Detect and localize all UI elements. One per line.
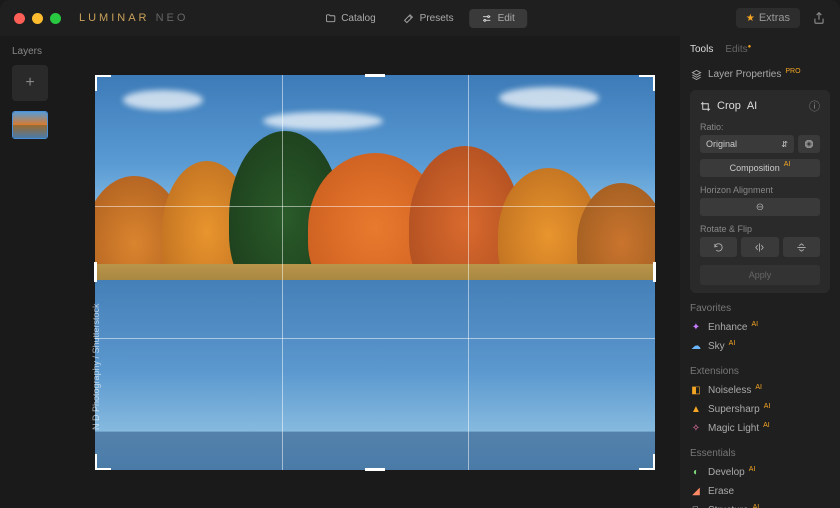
canvas-area: N D Photography / Shutterstock [70,36,680,508]
minimize-window[interactable] [32,13,43,24]
ai-badge: AI [753,504,760,508]
crop-frame[interactable]: N D Photography / Shutterstock [95,75,655,470]
erase-icon: ◢ [690,486,702,497]
noiseless-icon: ◧ [690,385,702,396]
develop-icon: ◐ [690,467,702,478]
nav-catalog-label: Catalog [341,13,375,24]
right-panel: Tools Edits● Layer Properties PRO Crop A… [680,36,840,508]
nav-presets-label: Presets [420,13,454,24]
flip-horizontal-button[interactable] [741,237,778,257]
layer-thumbnail[interactable] [12,111,48,139]
horizon-icon: ⊖ [756,202,764,213]
flip-vertical-button[interactable] [783,237,820,257]
tool-sky[interactable]: ☁ Sky AI [690,337,830,356]
tool-noiseless[interactable]: ◧ Noiseless AI [690,381,830,400]
section-favorites: Favorites [690,303,830,314]
rotate-button[interactable] [700,237,737,257]
nav-edit-label: Edit [498,13,515,24]
wand-icon [404,13,415,24]
horizon-slider[interactable]: ⊖ [700,198,820,216]
ai-badge: AI [751,321,758,328]
ai-badge: AI [764,403,771,410]
ratio-select[interactable]: Original ⇵ [700,135,794,153]
ai-badge: AI [749,466,756,473]
tab-tools[interactable]: Tools [690,44,713,55]
cloud-icon: ☁ [690,341,702,352]
magic-light-icon: ✧ [690,423,702,434]
share-icon[interactable] [812,11,826,25]
nav-edit[interactable]: Edit [470,9,527,28]
layer-properties-label: Layer Properties [708,69,781,80]
develop-label: Develop [708,467,745,478]
star-icon: ★ [746,13,755,24]
titlebar: LUMINAR NEO Catalog Presets Edit ★ Extra… [0,0,840,36]
enhance-icon: ✦ [690,322,702,333]
tab-edits[interactable]: Edits● [725,44,751,55]
magic-light-label: Magic Light [708,423,759,434]
supersharp-label: Supersharp [708,404,760,415]
ai-badge: AI [784,161,791,171]
nav-presets[interactable]: Presets [392,9,466,28]
horizon-label: Horizon Alignment [700,185,820,195]
tool-develop[interactable]: ◐ Develop AI [690,463,830,482]
tool-erase[interactable]: ◢ Erase [690,482,830,501]
section-essentials: Essentials [690,448,830,459]
ratio-value: Original [706,139,737,149]
ai-badge: AI [763,422,770,429]
panel-tabs: Tools Edits● [690,44,830,55]
extras-label: Extras [759,12,790,24]
add-layer-button[interactable]: + [12,65,48,101]
app-brand: LUMINAR NEO [79,12,188,24]
section-extensions: Extensions [690,366,830,377]
supersharp-icon: ▲ [690,404,702,415]
close-window[interactable] [14,13,25,24]
enhance-label: Enhance [708,322,747,333]
composition-button[interactable]: Composition AI [700,159,820,177]
top-nav: Catalog Presets Edit [313,9,527,28]
crop-panel: Crop AI ⓘ Ratio: Original ⇵ Composition … [690,90,830,293]
tool-supersharp[interactable]: ▲ Supersharp AI [690,400,830,419]
crop-icon [700,101,711,112]
folder-icon [325,13,336,24]
photo-preview [95,75,655,470]
tool-layer-properties[interactable]: Layer Properties PRO [690,65,830,84]
layers-panel: Layers + [0,36,70,508]
extras-button[interactable]: ★ Extras [736,8,800,28]
rotate-label: Rotate & Flip [700,224,820,234]
apply-button[interactable]: Apply [700,265,820,285]
noiseless-label: Noiseless [708,385,751,396]
maximize-window[interactable] [50,13,61,24]
layers-icon [690,69,702,80]
sliders-icon [482,13,493,24]
ai-badge: AI [747,100,757,112]
ratio-label: Ratio: [700,122,820,132]
chevron-updown-icon: ⇵ [781,140,788,149]
erase-label: Erase [708,486,734,497]
composition-label: Composition [730,163,780,173]
nav-catalog[interactable]: Catalog [313,9,387,28]
layers-title: Layers [12,46,70,57]
tool-enhance[interactable]: ✦ Enhance AI [690,318,830,337]
window-controls [14,13,61,24]
tool-structure[interactable]: ⧉ Structure AI [690,501,830,508]
ratio-swap-button[interactable] [798,135,820,153]
tool-magic-light[interactable]: ✧ Magic Light AI [690,419,830,438]
ai-badge: AI [755,384,762,391]
watermark: N D Photography / Shutterstock [91,303,101,430]
crop-title: Crop [717,100,741,112]
ai-badge: AI [729,340,736,347]
info-icon[interactable]: ⓘ [809,98,820,114]
pro-badge: PRO [785,68,800,75]
sky-label: Sky [708,341,725,352]
